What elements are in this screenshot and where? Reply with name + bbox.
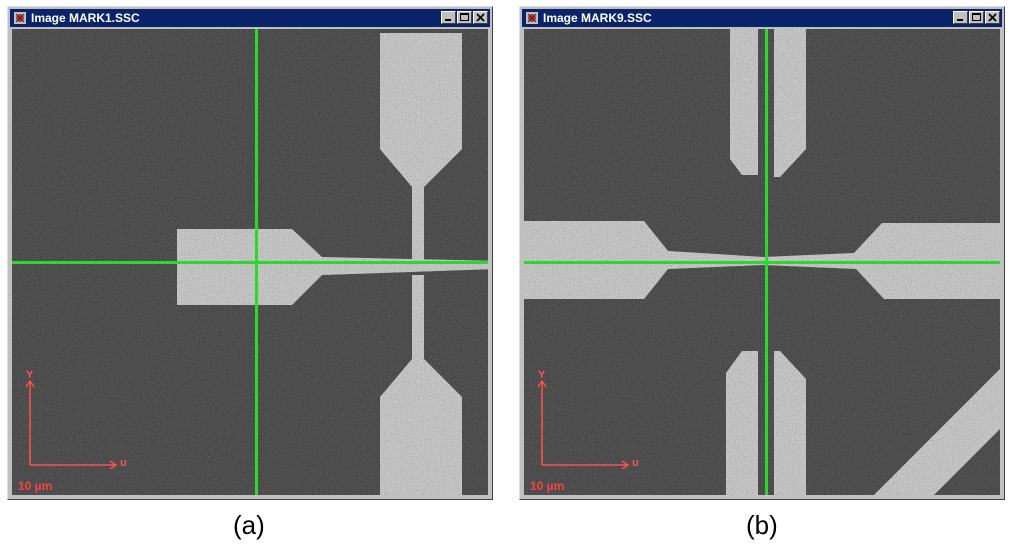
window-title: Image MARK9.SSC <box>543 11 652 25</box>
sem-image-viewport[interactable]: Y u 10 µm <box>12 29 488 495</box>
caption-a: (a) <box>233 510 265 540</box>
axis-y-label: Y <box>538 369 546 381</box>
maximize-icon <box>972 13 981 21</box>
minimize-icon <box>445 19 451 21</box>
crosshair-horizontal <box>524 261 1000 264</box>
image-window-mark9[interactable]: Image MARK9.SSC Y u 10 µm <box>519 6 1005 500</box>
caption-b: (b) <box>746 510 778 540</box>
axis-u-label: u <box>120 457 127 469</box>
minimize-icon <box>957 19 963 21</box>
axes-arrows-icon <box>537 379 630 470</box>
maximize-button[interactable] <box>457 11 472 24</box>
image-window-mark1[interactable]: Image MARK1.SSC Y u 10 µm <box>7 6 493 500</box>
crosshair-horizontal <box>12 261 488 264</box>
scale-bar-label: 10 µm <box>530 479 565 493</box>
window-title: Image MARK1.SSC <box>31 11 140 25</box>
minimize-button[interactable] <box>441 11 456 24</box>
axes-arrows-icon <box>25 379 118 470</box>
axis-u-label: u <box>632 457 639 469</box>
crosshair-vertical <box>255 29 258 495</box>
app-icon <box>14 12 26 24</box>
axis-indicator: Y u <box>20 369 140 470</box>
close-icon <box>476 13 485 22</box>
app-icon <box>526 12 538 24</box>
axis-y-label: Y <box>26 369 34 381</box>
titlebar[interactable]: Image MARK1.SSC <box>10 9 490 27</box>
close-icon <box>988 13 997 22</box>
close-button[interactable] <box>985 11 1000 24</box>
titlebar[interactable]: Image MARK9.SSC <box>522 9 1002 27</box>
close-button[interactable] <box>473 11 488 24</box>
maximize-icon <box>460 13 469 21</box>
maximize-button[interactable] <box>969 11 984 24</box>
axis-indicator: Y u <box>532 369 652 470</box>
minimize-button[interactable] <box>953 11 968 24</box>
scale-bar-label: 10 µm <box>18 479 53 493</box>
crosshair-vertical <box>765 29 768 495</box>
sem-image-viewport[interactable]: Y u 10 µm <box>524 29 1000 495</box>
